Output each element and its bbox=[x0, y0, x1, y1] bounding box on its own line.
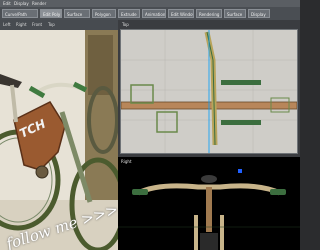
selection-marker bbox=[238, 169, 242, 173]
modeling-app-window: Edit Display Render Curve/Path Edit Poly… bbox=[0, 0, 300, 250]
top-view-wireframe bbox=[121, 30, 297, 153]
top-viewport-label: Top bbox=[122, 22, 129, 27]
view-left-label[interactable]: Left bbox=[3, 21, 11, 29]
tab-surface[interactable]: Surface bbox=[64, 9, 90, 18]
front-view-render bbox=[118, 169, 300, 250]
front-left-grip bbox=[132, 189, 148, 195]
tab-curve-path[interactable]: Curve/Path bbox=[2, 9, 38, 18]
crank bbox=[35, 165, 49, 179]
rear-bracket bbox=[130, 84, 154, 104]
tab-rendering[interactable]: Rendering bbox=[196, 9, 222, 18]
grip-upper bbox=[221, 80, 261, 85]
top-viewport-header bbox=[118, 20, 300, 29]
right-viewports: Top Right bbox=[118, 20, 300, 250]
tab-extrude[interactable]: Extrude bbox=[118, 9, 140, 18]
tab-animation[interactable]: Animation bbox=[142, 9, 166, 18]
menu-item-display[interactable]: Display bbox=[14, 0, 29, 7]
right-orthographic-viewport[interactable]: Right bbox=[118, 157, 300, 250]
shelf-toolbar: Curve/Path Edit Poly Surface Polygon Ext… bbox=[0, 7, 300, 21]
menu-item-render[interactable]: Render bbox=[32, 0, 46, 7]
tab-edit-poly[interactable]: Edit Poly bbox=[40, 9, 62, 18]
top-orthographic-viewport[interactable] bbox=[120, 29, 298, 154]
brick-wall-shadow bbox=[88, 35, 113, 95]
view-front-label[interactable]: Front bbox=[32, 21, 42, 29]
grip-lower bbox=[221, 120, 261, 125]
tab-edit-window[interactable]: Edit Window bbox=[168, 9, 194, 18]
front-tire bbox=[200, 233, 218, 250]
seat-post bbox=[10, 84, 18, 123]
tab-surface-2[interactable]: Surface bbox=[224, 9, 246, 18]
menu-bar: Edit Display Render bbox=[0, 0, 300, 7]
perspective-viewport[interactable]: Left Right Front Top TCH follow me >>> bbox=[0, 20, 118, 250]
bottom-viewport-label: Right bbox=[121, 159, 132, 164]
tab-polygon[interactable]: Polygon bbox=[92, 9, 116, 18]
front-right-grip bbox=[270, 189, 286, 195]
view-top-label[interactable]: Top bbox=[48, 21, 55, 29]
right-grip bbox=[72, 81, 88, 93]
viewport-subbar: Left Right Front Top bbox=[0, 20, 118, 30]
view-right-label[interactable]: Right bbox=[16, 21, 27, 29]
menu-item-edit[interactable]: Edit bbox=[3, 0, 11, 7]
tab-display[interactable]: Display bbox=[248, 9, 270, 18]
crank-bracket bbox=[156, 111, 178, 133]
front-seat bbox=[201, 175, 217, 183]
